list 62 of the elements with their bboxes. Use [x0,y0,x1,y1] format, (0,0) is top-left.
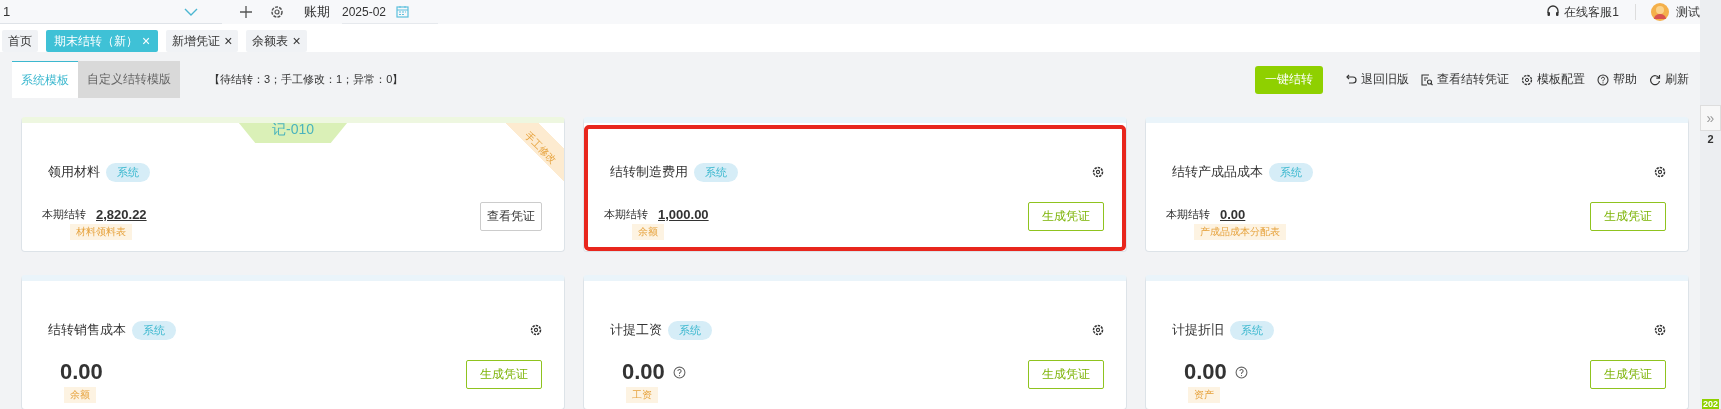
headset-icon [1546,5,1561,19]
card-title: 领用材料 [48,163,100,181]
system-tag: 系统 [1269,162,1313,182]
amount-link[interactable]: 2,820.22 [96,207,147,222]
refresh-icon [1649,73,1661,86]
user-name[interactable]: 测试 [1676,3,1700,21]
card-title: 结转制造费用 [610,163,688,181]
amount-value: 0.00 [622,359,665,385]
source-tag: 产成品成本分配表 [1194,224,1286,240]
system-tag: 系统 [694,162,738,182]
calendar-icon [396,5,410,18]
system-tag: 系统 [668,320,712,340]
voucher-button[interactable]: 查看凭证 [480,202,542,231]
card-title: 计提工资 [610,321,662,339]
plus-icon[interactable] [240,6,252,18]
page-tab[interactable]: 新增凭证 × [166,30,239,52]
system-tag: 系统 [1230,320,1274,340]
period-transfer-label: 本期结转 [42,207,86,222]
settings-icon[interactable] [270,5,284,19]
source-tag: 工资 [626,387,658,403]
settings-icon[interactable] [530,324,542,336]
settings-icon[interactable] [1092,166,1104,178]
settings-icon[interactable] [1654,324,1666,336]
settings-icon[interactable] [1092,324,1104,336]
card-title: 结转销售成本 [48,321,126,339]
amount-value: 0.00 [60,359,103,385]
source-tag: 材料领料表 [70,224,132,240]
amount-value: 0.00 [1184,359,1227,385]
template-tab[interactable]: 自定义结转模版 [78,61,180,98]
settings-icon [1521,73,1533,86]
chevron-down-icon [184,7,198,16]
system-tag: 系统 [132,320,176,340]
undo-icon [1345,73,1357,86]
amount-link[interactable]: 0.00 [1220,207,1246,222]
source-tag: 资产 [1188,387,1220,403]
source-tag: 余额 [64,387,96,403]
toolbar-link[interactable]: 查看结转凭证 [1421,71,1509,88]
side-text: 2 [1707,133,1714,145]
settings-icon[interactable] [1654,166,1666,178]
summary-text: 【待结转：3；手工修改：1；异常：0】 [209,72,404,87]
document-search-icon [1421,73,1433,86]
avatar-icon[interactable] [1650,2,1670,22]
page-tab[interactable]: 首页 [2,30,38,52]
account-selector[interactable]: 1 [0,0,222,24]
toolbar-link[interactable]: 模板配置 [1521,71,1585,88]
source-tag: 余额 [632,224,664,240]
period-label: 账期 [304,3,330,21]
period-transfer-label: 本期结转 [1166,207,1210,222]
help-icon [1597,73,1609,86]
toolbar-link[interactable]: 退回旧版 [1345,71,1409,88]
help-icon[interactable] [1234,365,1248,379]
card-title: 计提折旧 [1172,321,1224,339]
toolbar-link[interactable]: 帮助 [1597,71,1637,88]
card-title: 结转产成品成本 [1172,163,1263,181]
side-badge: 202 [1702,399,1720,409]
period-transfer-label: 本期结转 [604,207,648,222]
amount-link[interactable]: 1,000.00 [658,207,709,222]
page-tab[interactable]: 余额表 × [246,30,307,52]
system-tag: 系统 [106,162,150,182]
help-icon[interactable] [672,365,686,379]
toolbar-link[interactable]: 刷新 [1649,71,1689,88]
support-link[interactable]: 在线客服1 [1546,3,1619,21]
